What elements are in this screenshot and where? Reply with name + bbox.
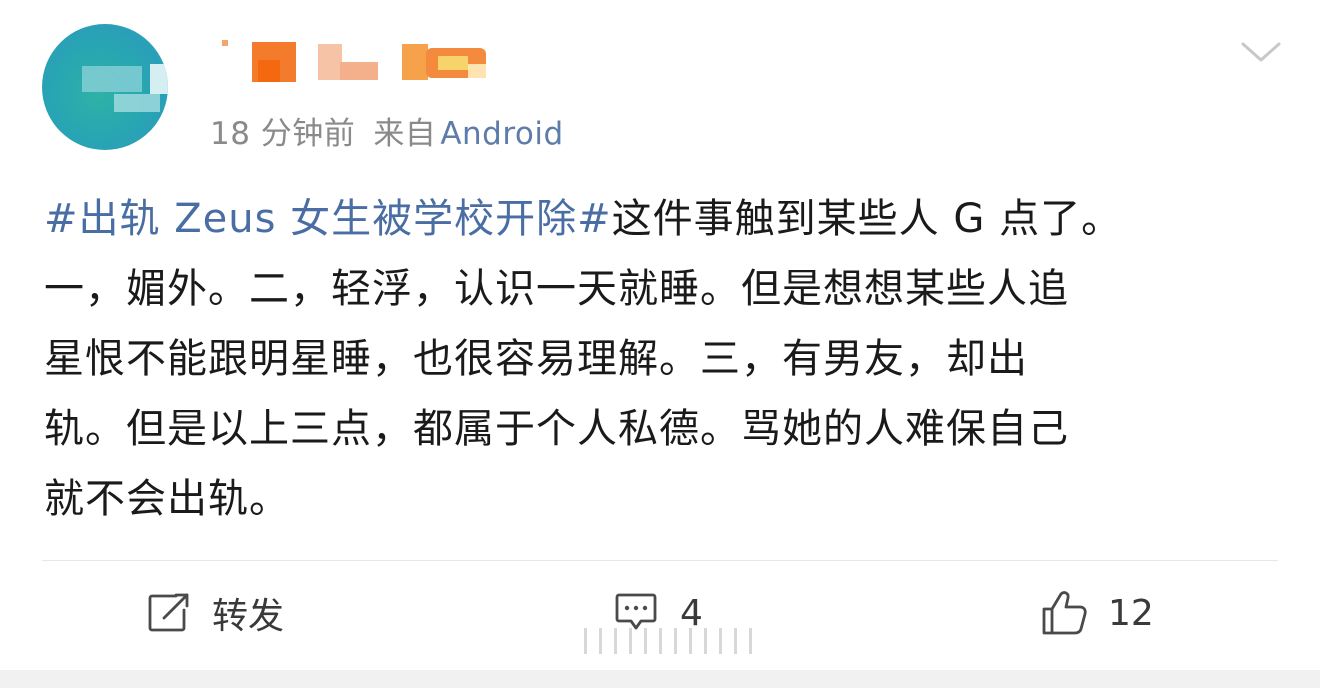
username-blur-block bbox=[258, 60, 280, 82]
post-source-prefix: 来自 bbox=[373, 116, 437, 152]
avatar-blur bbox=[82, 66, 142, 92]
post-time: 18 分钟前 bbox=[210, 116, 356, 152]
divider bbox=[42, 560, 1278, 561]
post-content-line: 星恨不能跟明星睡，也很容易理解。三，有男友，却出 bbox=[44, 336, 1028, 382]
like-count: 12 bbox=[1108, 592, 1154, 634]
username-blur-block bbox=[438, 56, 468, 70]
like-button[interactable]: 12 bbox=[1040, 588, 1154, 638]
post-content-line: 一，媚外。二，轻浮，认识一天就睡。但是想想某些人追 bbox=[44, 266, 1069, 312]
username-blur-block bbox=[340, 62, 378, 80]
post-meta: 18 分钟前 来自 Android bbox=[210, 108, 564, 153]
avatar-blur bbox=[150, 64, 168, 94]
weibo-post-card: 18 分钟前 来自 Android #出轨 Zeus 女生被学校开除#这件事触到某些… bbox=[0, 0, 1320, 688]
username-blurred[interactable] bbox=[212, 40, 502, 86]
repost-icon bbox=[146, 590, 192, 636]
username-blur-block bbox=[318, 44, 342, 80]
chevron-down-icon[interactable] bbox=[1240, 38, 1282, 66]
post-text: 这件事触到某些人 G 点了。 bbox=[611, 196, 1123, 242]
post-source[interactable]: Android bbox=[440, 116, 563, 152]
username-blur-block bbox=[402, 44, 428, 80]
username-blur-block bbox=[222, 40, 228, 46]
thumbs-up-icon bbox=[1040, 589, 1090, 637]
avatar-blur bbox=[114, 94, 160, 112]
post-content-line: 就不会出轨。 bbox=[44, 476, 290, 522]
avatar[interactable] bbox=[42, 24, 168, 150]
post-content: #出轨 Zeus 女生被学校开除#这件事触到某些人 G 点了。 一，媚外。二，轻… bbox=[44, 184, 1280, 534]
post-content-line: #出轨 Zeus 女生被学校开除#这件事触到某些人 G 点了。 bbox=[44, 184, 1280, 254]
username-blur-block bbox=[468, 64, 486, 78]
scroll-indicator bbox=[584, 628, 764, 654]
hashtag-link[interactable]: #出轨 Zeus 女生被学校开除# bbox=[44, 196, 612, 242]
card-separator bbox=[0, 670, 1320, 688]
repost-label: 转发 bbox=[212, 596, 285, 637]
repost-button[interactable]: 转发 bbox=[146, 588, 284, 638]
post-content-line: 轨。但是以上三点，都属于个人私德。骂她的人难保自己 bbox=[44, 406, 1069, 452]
